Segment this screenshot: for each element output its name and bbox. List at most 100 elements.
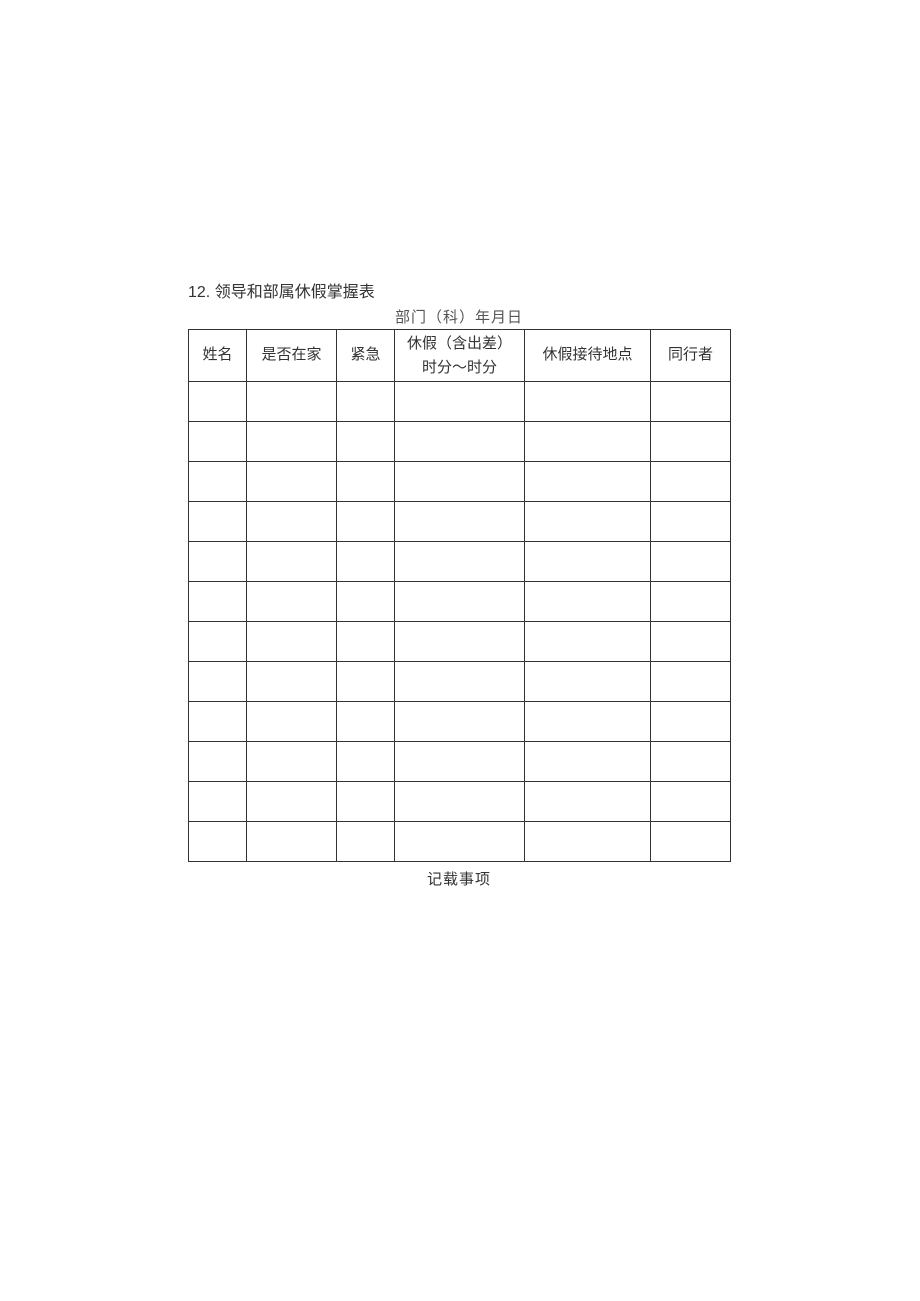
cell-vacation: [395, 462, 525, 502]
cell-name: [189, 822, 247, 862]
cell-urgent: [337, 782, 395, 822]
cell-companion: [651, 502, 731, 542]
cell-location: [525, 782, 651, 822]
cell-location: [525, 702, 651, 742]
vacation-table: 姓名 是否在家 紧急 休假（含出差） 时分～时分 休假接待地点 同行者: [188, 329, 731, 862]
cell-at_home: [247, 662, 337, 702]
cell-urgent: [337, 622, 395, 662]
table-row: [189, 542, 731, 582]
table-row: [189, 782, 731, 822]
cell-name: [189, 782, 247, 822]
cell-at_home: [247, 742, 337, 782]
col-header-location: 休假接待地点: [525, 330, 651, 382]
cell-vacation: [395, 622, 525, 662]
cell-urgent: [337, 462, 395, 502]
table-row: [189, 382, 731, 422]
cell-name: [189, 542, 247, 582]
title-number: 12.: [188, 284, 210, 301]
cell-at_home: [247, 622, 337, 662]
table-row: [189, 582, 731, 622]
cell-urgent: [337, 582, 395, 622]
cell-location: [525, 542, 651, 582]
cell-at_home: [247, 382, 337, 422]
cell-location: [525, 622, 651, 662]
col-header-vacation-line2: 时分～时分: [422, 356, 497, 380]
cell-location: [525, 582, 651, 622]
cell-location: [525, 382, 651, 422]
cell-vacation: [395, 542, 525, 582]
document-page: 12. 领导和部属休假掌握表 部门（科）年月日 姓名 是否在家 紧急 休假（含出…: [188, 278, 730, 889]
footer-note: 记载事项: [188, 868, 730, 889]
cell-urgent: [337, 502, 395, 542]
cell-at_home: [247, 542, 337, 582]
col-header-urgent: 紧急: [337, 330, 395, 382]
cell-vacation: [395, 582, 525, 622]
cell-at_home: [247, 702, 337, 742]
cell-location: [525, 742, 651, 782]
cell-vacation: [395, 382, 525, 422]
cell-companion: [651, 622, 731, 662]
cell-urgent: [337, 422, 395, 462]
cell-at_home: [247, 582, 337, 622]
cell-companion: [651, 582, 731, 622]
cell-name: [189, 702, 247, 742]
cell-at_home: [247, 462, 337, 502]
table-row: [189, 702, 731, 742]
cell-vacation: [395, 702, 525, 742]
document-title: 12. 领导和部属休假掌握表: [188, 278, 730, 302]
table-header-row: 姓名 是否在家 紧急 休假（含出差） 时分～时分 休假接待地点 同行者: [189, 330, 731, 382]
col-header-vacation: 休假（含出差） 时分～时分: [395, 330, 525, 382]
col-header-at-home: 是否在家: [247, 330, 337, 382]
cell-name: [189, 622, 247, 662]
cell-location: [525, 462, 651, 502]
cell-companion: [651, 742, 731, 782]
table-row: [189, 822, 731, 862]
cell-vacation: [395, 502, 525, 542]
cell-location: [525, 422, 651, 462]
cell-vacation: [395, 822, 525, 862]
cell-name: [189, 422, 247, 462]
table-row: [189, 742, 731, 782]
table-row: [189, 462, 731, 502]
cell-vacation: [395, 742, 525, 782]
cell-at_home: [247, 502, 337, 542]
cell-location: [525, 822, 651, 862]
table-row: [189, 622, 731, 662]
cell-companion: [651, 422, 731, 462]
cell-urgent: [337, 542, 395, 582]
cell-urgent: [337, 382, 395, 422]
cell-at_home: [247, 782, 337, 822]
cell-name: [189, 382, 247, 422]
cell-at_home: [247, 422, 337, 462]
cell-location: [525, 502, 651, 542]
table-row: [189, 502, 731, 542]
cell-name: [189, 582, 247, 622]
cell-companion: [651, 462, 731, 502]
cell-urgent: [337, 702, 395, 742]
cell-companion: [651, 822, 731, 862]
cell-name: [189, 742, 247, 782]
col-header-name: 姓名: [189, 330, 247, 382]
cell-companion: [651, 382, 731, 422]
table-row: [189, 422, 731, 462]
cell-companion: [651, 782, 731, 822]
cell-urgent: [337, 822, 395, 862]
col-header-vacation-line1: 休假（含出差）: [407, 332, 512, 356]
cell-vacation: [395, 662, 525, 702]
col-header-companion: 同行者: [651, 330, 731, 382]
cell-name: [189, 662, 247, 702]
cell-at_home: [247, 822, 337, 862]
cell-urgent: [337, 742, 395, 782]
cell-urgent: [337, 662, 395, 702]
cell-companion: [651, 702, 731, 742]
title-text: 领导和部属休假掌握表: [215, 284, 375, 301]
cell-vacation: [395, 782, 525, 822]
document-subtitle: 部门（科）年月日: [188, 306, 730, 327]
cell-name: [189, 502, 247, 542]
cell-location: [525, 662, 651, 702]
cell-companion: [651, 662, 731, 702]
cell-companion: [651, 542, 731, 582]
table-row: [189, 662, 731, 702]
cell-name: [189, 462, 247, 502]
cell-vacation: [395, 422, 525, 462]
